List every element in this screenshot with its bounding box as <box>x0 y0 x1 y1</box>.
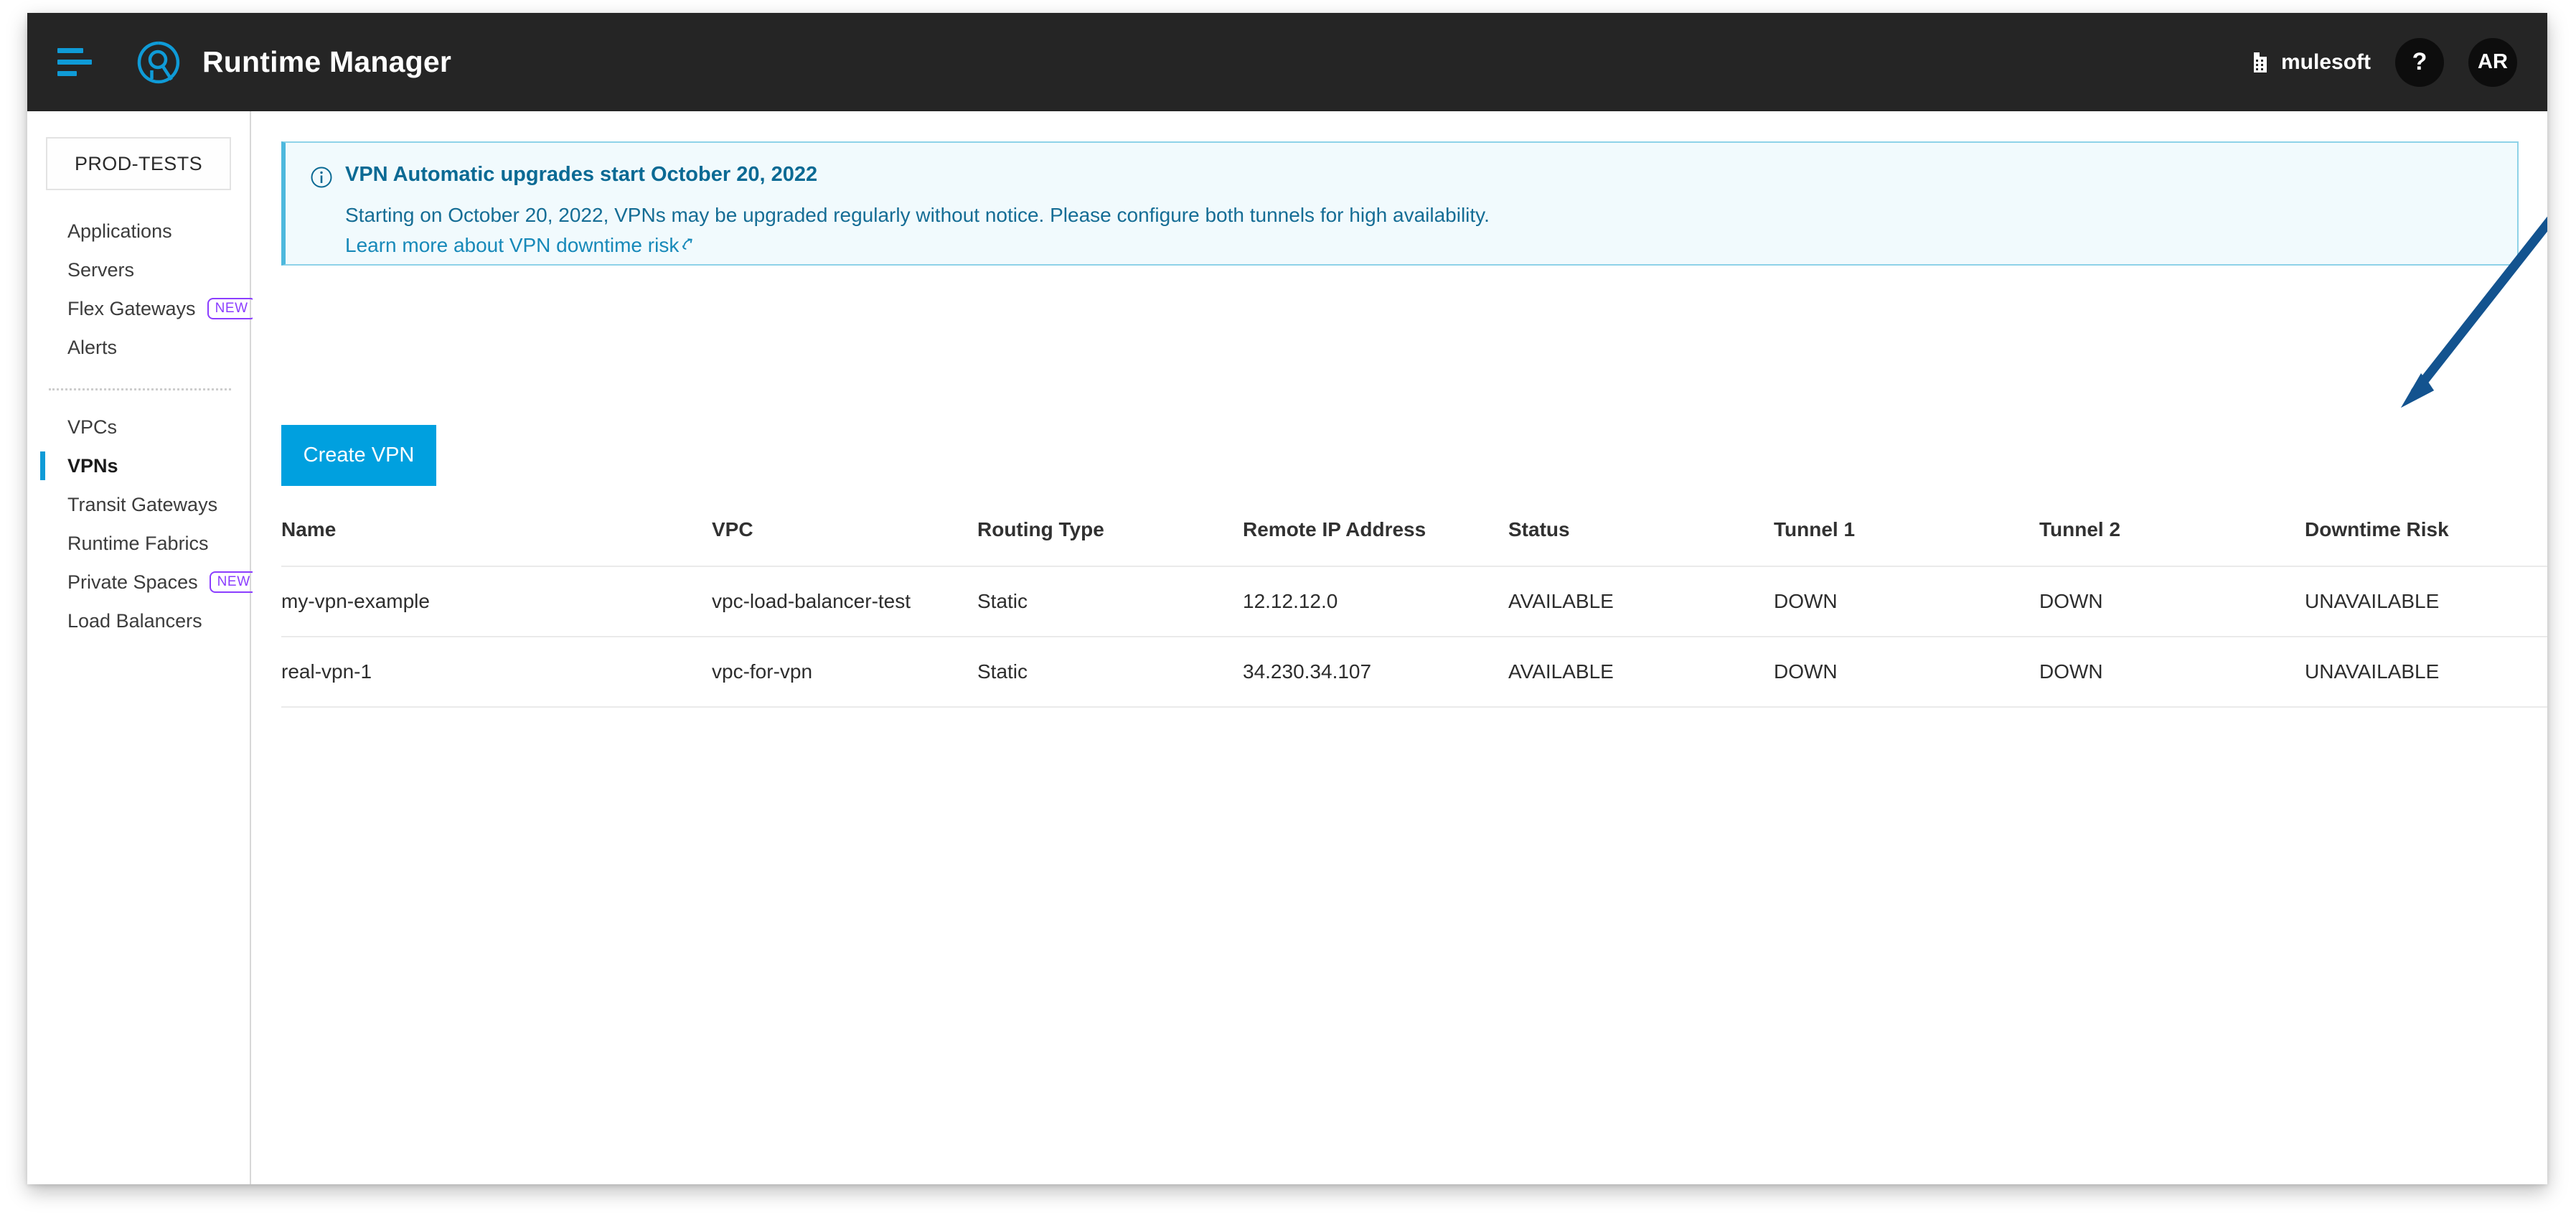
table-header-row: Name VPC Routing Type Remote IP Address … <box>281 510 2547 566</box>
sidebar-item-label: Load Balancers <box>67 610 202 632</box>
cell-status: AVAILABLE <box>1508 637 1774 707</box>
sidebar-item-transit-gateways[interactable]: Transit Gateways <box>27 485 250 524</box>
cell-tunnel-1: DOWN <box>1774 566 2039 637</box>
vpn-table-body: my-vpn-example vpc-load-balancer-test St… <box>281 566 2547 707</box>
cell-name[interactable]: my-vpn-example <box>281 566 712 637</box>
sidebar-item-flex-gateways[interactable]: Flex Gateways NEW <box>27 289 250 328</box>
sidebar-item-label: Runtime Fabrics <box>67 533 209 555</box>
avatar[interactable]: AR <box>2468 38 2517 87</box>
info-banner-body: Starting on October 20, 2022, VPNs may b… <box>345 202 2517 258</box>
help-button[interactable]: ? <box>2395 38 2444 87</box>
cell-vpc: vpc-for-vpn <box>712 637 977 707</box>
column-header-tunnel-2[interactable]: Tunnel 2 <box>2039 510 2305 566</box>
sidebar-divider <box>49 388 231 390</box>
sidebar-group-network: VPCs VPNs Transit Gateways Runtime Fabri… <box>27 408 250 640</box>
vpn-table: Name VPC Routing Type Remote IP Address … <box>281 510 2547 708</box>
learn-more-label: Learn more about VPN downtime risk <box>345 233 679 258</box>
environment-selector[interactable]: PROD-TESTS <box>46 137 231 190</box>
cell-status: AVAILABLE <box>1508 566 1774 637</box>
organization-name: mulesoft <box>2281 50 2371 75</box>
sidebar-item-label: Flex Gateways <box>67 298 196 320</box>
organization-chip[interactable]: mulesoft <box>2245 50 2371 75</box>
column-header-downtime-risk[interactable]: Downtime Risk <box>2305 510 2547 566</box>
sidebar-item-label: Transit Gateways <box>67 494 217 516</box>
cell-downtime-risk: UNAVAILABLE <box>2305 637 2547 707</box>
table-row[interactable]: real-vpn-1 vpc-for-vpn Static 34.230.34.… <box>281 637 2547 707</box>
hamburger-line-2 <box>57 60 92 65</box>
column-header-status[interactable]: Status <box>1508 510 1774 566</box>
page-title: Runtime Manager <box>202 45 451 79</box>
sidebar-item-alerts[interactable]: Alerts <box>27 328 250 367</box>
sidebar-item-load-balancers[interactable]: Load Balancers <box>27 601 250 640</box>
info-banner-content: VPN Automatic upgrades start October 20,… <box>286 143 2517 258</box>
info-banner-text: Starting on October 20, 2022, VPNs may b… <box>345 202 2517 228</box>
info-banner-header: VPN Automatic upgrades start October 20,… <box>310 163 2517 189</box>
column-header-name[interactable]: Name <box>281 510 712 566</box>
sidebar-item-label: VPCs <box>67 416 117 439</box>
column-header-remote-ip-address[interactable]: Remote IP Address <box>1243 510 1508 566</box>
column-header-vpc[interactable]: VPC <box>712 510 977 566</box>
cell-remote-ip: 34.230.34.107 <box>1243 637 1508 707</box>
cell-tunnel-2: DOWN <box>2039 566 2305 637</box>
info-banner-title: VPN Automatic upgrades start October 20,… <box>345 163 817 187</box>
table-row[interactable]: my-vpn-example vpc-load-balancer-test St… <box>281 566 2547 637</box>
header-right-cluster: mulesoft ? AR <box>2245 38 2517 87</box>
app-window: Runtime Manager mulesoft ? AR PRO <box>27 13 2547 1184</box>
hamburger-line-1 <box>57 48 83 53</box>
cell-name[interactable]: real-vpn-1 <box>281 637 712 707</box>
new-badge: NEW <box>207 298 256 320</box>
main-content: VPN Automatic upgrades start October 20,… <box>253 111 2547 1184</box>
cell-tunnel-1: DOWN <box>1774 637 2039 707</box>
cell-vpc: vpc-load-balancer-test <box>712 566 977 637</box>
column-header-routing-type[interactable]: Routing Type <box>977 510 1243 566</box>
cell-routing-type: Static <box>977 566 1243 637</box>
info-banner: VPN Automatic upgrades start October 20,… <box>281 141 2519 266</box>
cell-tunnel-2: DOWN <box>2039 637 2305 707</box>
sidebar-item-label: VPNs <box>67 455 118 477</box>
sidebar-group-primary: Applications Servers Flex Gateways NEW A… <box>27 212 250 367</box>
sidebar: PROD-TESTS Applications Servers Flex Gat… <box>27 111 251 1184</box>
sidebar-item-applications[interactable]: Applications <box>27 212 250 250</box>
sidebar-item-runtime-fabrics[interactable]: Runtime Fabrics <box>27 524 250 563</box>
sidebar-item-vpns[interactable]: VPNs <box>27 446 250 485</box>
info-circle-icon <box>310 166 333 189</box>
sidebar-item-label: Servers <box>67 259 134 281</box>
hamburger-line-3 <box>57 71 77 76</box>
learn-more-link[interactable]: Learn more about VPN downtime risk <box>345 233 696 258</box>
sidebar-item-private-spaces[interactable]: Private Spaces NEW <box>27 563 250 601</box>
new-badge: NEW <box>210 571 258 594</box>
external-link-icon <box>681 237 696 252</box>
top-header-bar: Runtime Manager mulesoft ? AR <box>27 13 2547 111</box>
sidebar-item-servers[interactable]: Servers <box>27 250 250 289</box>
hamburger-icon[interactable] <box>57 42 98 83</box>
cell-downtime-risk: UNAVAILABLE <box>2305 566 2547 637</box>
create-vpn-button[interactable]: Create VPN <box>281 425 436 486</box>
cell-remote-ip: 12.12.12.0 <box>1243 566 1508 637</box>
vpn-table-head: Name VPC Routing Type Remote IP Address … <box>281 510 2547 566</box>
sidebar-item-label: Applications <box>67 220 172 243</box>
anypoint-logo-icon[interactable] <box>136 40 181 85</box>
building-icon <box>2245 50 2270 75</box>
column-header-tunnel-1[interactable]: Tunnel 1 <box>1774 510 2039 566</box>
cell-routing-type: Static <box>977 637 1243 707</box>
sidebar-item-label: Alerts <box>67 337 117 359</box>
sidebar-item-vpcs[interactable]: VPCs <box>27 408 250 446</box>
sidebar-item-label: Private Spaces <box>67 571 198 594</box>
